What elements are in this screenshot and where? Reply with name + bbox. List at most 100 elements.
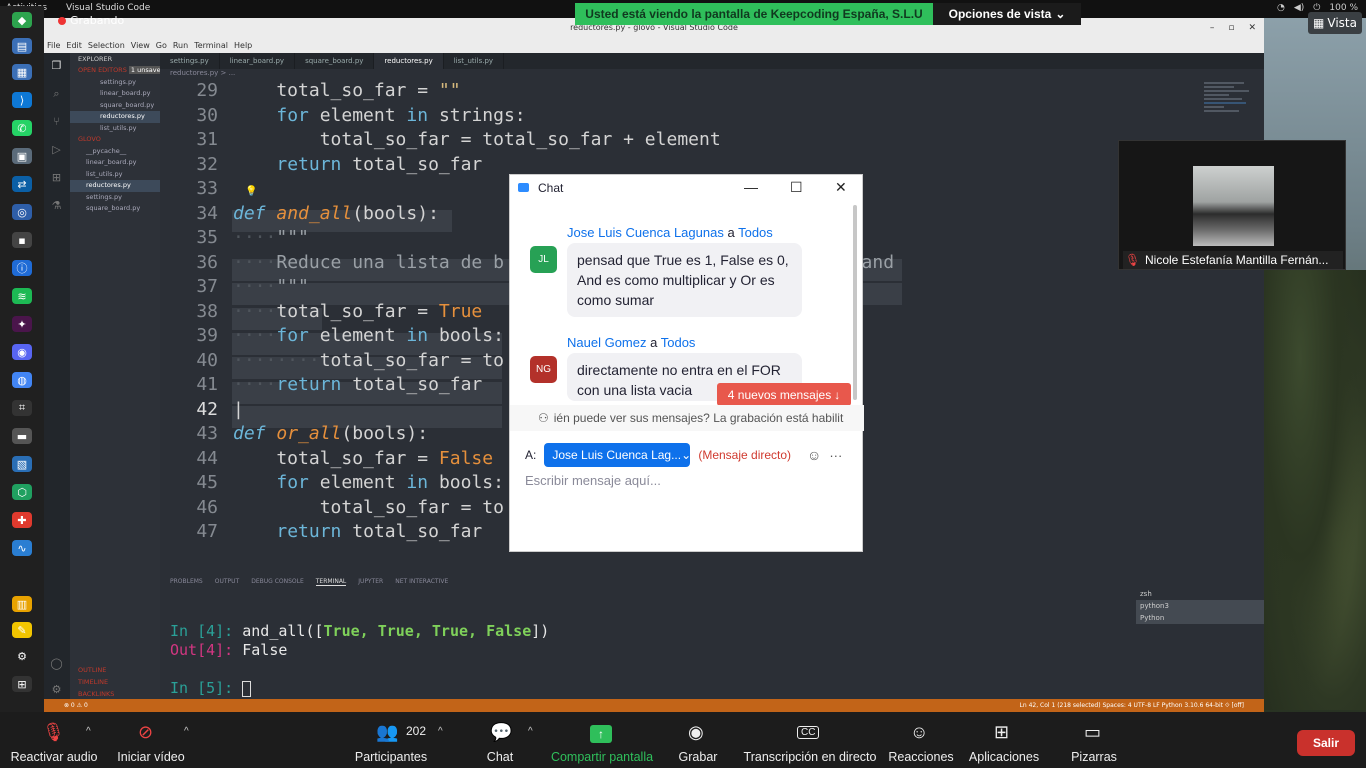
start-video-button[interactable]: ⊘ Iniciar vídeo (116, 712, 186, 768)
menu-selection[interactable]: Selection (88, 41, 125, 50)
explorer-icon[interactable]: ❐ (49, 59, 64, 73)
recipient-name[interactable]: Todos (738, 225, 773, 240)
file-icon[interactable]: ▤ (12, 38, 32, 54)
menu-go[interactable]: Go (156, 41, 167, 50)
leave-button[interactable]: Salir (1297, 730, 1355, 756)
whatsapp-icon[interactable]: ✆ (12, 120, 32, 136)
reactions-button[interactable]: ☺ Reacciones (888, 712, 953, 768)
unmute-button[interactable]: 🎙 Reactivar audio (11, 712, 98, 768)
author-name[interactable]: Nauel Gomez (567, 335, 646, 350)
shield-icon[interactable]: ◆ (12, 12, 32, 28)
problems-status[interactable]: ⊗ 0 ⚠ 0 (44, 702, 88, 709)
tab-output[interactable]: OUTPUT (215, 578, 239, 586)
file-item[interactable]: settings.py (70, 192, 160, 204)
emoji-icon[interactable]: ☺ (807, 447, 821, 463)
apps-button[interactable]: ⊞ Aplicaciones (968, 712, 1040, 768)
recipient-dropdown[interactable]: Jose Luis Cuenca Lag... ⌄ (544, 443, 691, 467)
image-viewer-icon[interactable]: ▧ (12, 456, 32, 472)
terminal-output[interactable]: In [4]: and_all([True, True, True, False… (170, 622, 549, 698)
vscode-icon[interactable]: ⟩ (12, 92, 32, 108)
menu-view[interactable]: View (131, 41, 150, 50)
discord-icon[interactable]: ◉ (12, 344, 32, 360)
chrome-icon[interactable]: ◍ (12, 372, 32, 388)
project-header[interactable]: GLOVO (70, 134, 160, 146)
record-button[interactable]: ◉ Grabar (676, 712, 720, 768)
folder-item[interactable]: __pycache__ (70, 146, 160, 158)
minimize-icon[interactable]: — (744, 179, 758, 195)
open-editors-header[interactable]: OPEN EDITORS 1 unsaved (70, 65, 160, 77)
app-icon[interactable]: ▣ (12, 148, 32, 164)
chat-chevron-icon[interactable]: ^ (528, 726, 533, 737)
slack-icon[interactable]: ✦ (12, 316, 32, 332)
documents-icon[interactable]: ▥ (12, 596, 32, 612)
menu-help[interactable]: Help (234, 41, 252, 50)
account-icon[interactable]: ◯ (49, 657, 64, 671)
new-messages-button[interactable]: 4 nuevos mensajes ↓ (717, 383, 851, 406)
document-icon[interactable]: ▦ (12, 64, 32, 80)
file-item[interactable]: reductores.py (70, 180, 160, 192)
tab-settings[interactable]: settings.py (160, 53, 220, 69)
open-editor-item[interactable]: settings.py (70, 77, 160, 89)
debug-icon[interactable]: ▷ (49, 143, 64, 157)
participants-button[interactable]: 👥 202 Participantes (354, 712, 428, 768)
volume-icon[interactable]: ◀) (1294, 3, 1304, 13)
show-apps-icon[interactable]: ⊞ (12, 676, 32, 692)
minimize-icon[interactable]: – (1210, 18, 1215, 38)
tab-square-board[interactable]: square_board.py (295, 53, 375, 69)
notes-icon[interactable]: ✎ (12, 622, 32, 638)
tab-linear-board[interactable]: linear_board.py (220, 53, 296, 69)
terminal-item-python3[interactable]: python3 (1136, 600, 1264, 612)
recipient-name[interactable]: Todos (661, 335, 696, 350)
chat-button[interactable]: 💬 Chat (482, 712, 518, 768)
view-options-button[interactable]: Opciones de vista ⌄ (933, 3, 1081, 25)
menu-edit[interactable]: Edit (66, 41, 82, 50)
terminal-item-zsh[interactable]: zsh (1136, 588, 1264, 600)
extensions-icon[interactable]: ⊞ (49, 171, 64, 185)
info-icon[interactable]: ⓘ (12, 260, 32, 276)
editor-status[interactable]: Ln 42, Col 1 (218 selected) Spaces: 4 UT… (1020, 702, 1264, 710)
terminal-item-python[interactable]: Python (1136, 612, 1264, 624)
open-editor-item[interactable]: list_utils.py (70, 123, 160, 135)
live-transcript-button[interactable]: CC Transcripción en directo (744, 712, 876, 768)
chat-scrollbar[interactable] (853, 205, 857, 400)
teamviewer-icon[interactable]: ⇄ (12, 176, 32, 192)
tab-terminal[interactable]: TERMINAL (315, 578, 347, 586)
maximize-icon[interactable]: ▫ (1228, 18, 1234, 38)
open-editor-item[interactable]: square_board.py (70, 100, 160, 112)
outline-header[interactable]: OUTLINE (70, 665, 106, 677)
maximize-icon[interactable]: ☐ (790, 179, 803, 196)
drive-icon[interactable]: ▬ (12, 428, 32, 444)
menu-terminal[interactable]: Terminal (194, 41, 228, 50)
chat-privacy-info[interactable]: ⚇ ién puede ver sus mensajes? La grabació… (510, 405, 864, 431)
tab-jupyter[interactable]: JUPYTER (358, 578, 383, 586)
screenshot-icon[interactable]: ⌗ (12, 400, 32, 416)
participants-chevron-icon[interactable]: ^ (438, 726, 443, 737)
message-input[interactable]: Escribir mensaje aquí... (525, 473, 661, 488)
settings-icon[interactable]: ⚙ (12, 648, 32, 664)
timeline-header[interactable]: TIMELINE (70, 677, 108, 689)
spotify-icon[interactable]: ≋ (12, 288, 32, 304)
author-name[interactable]: Jose Luis Cuenca Lagunas (567, 225, 724, 240)
audio-options-chevron-icon[interactable]: ^ (86, 726, 91, 737)
monitor-icon[interactable]: ∿ (12, 540, 32, 556)
video-tile[interactable]: Nicole Estefanía Mantilla Fernán... 🎙 (1118, 140, 1346, 270)
software-icon[interactable]: ✚ (12, 512, 32, 528)
file-item[interactable]: linear_board.py (70, 157, 160, 169)
more-icon[interactable]: ··· (829, 448, 842, 463)
close-icon[interactable]: ✕ (835, 179, 847, 196)
source-control-icon[interactable]: ⑂ (49, 115, 64, 129)
file-item[interactable]: list_utils.py (70, 169, 160, 181)
testing-icon[interactable]: ⚗ (49, 199, 64, 213)
tab-list-utils[interactable]: list_utils.py (444, 53, 505, 69)
breadcrumb[interactable]: reductores.py > ... (170, 69, 235, 77)
app-menu[interactable]: Visual Studio Code (66, 3, 150, 13)
search-icon[interactable]: ⌕ (49, 87, 64, 101)
whiteboards-button[interactable]: ▭ Pizarras (1070, 712, 1118, 768)
menu-file[interactable]: File (47, 41, 60, 50)
tab-problems[interactable]: PROBLEMS (170, 578, 203, 586)
tab-reductores[interactable]: reductores.py (374, 53, 444, 69)
file-item[interactable]: square_board.py (70, 203, 160, 215)
network-icon[interactable]: ◎ (12, 204, 32, 220)
menu-run[interactable]: Run (173, 41, 188, 50)
close-icon[interactable]: ✕ (1248, 18, 1256, 38)
